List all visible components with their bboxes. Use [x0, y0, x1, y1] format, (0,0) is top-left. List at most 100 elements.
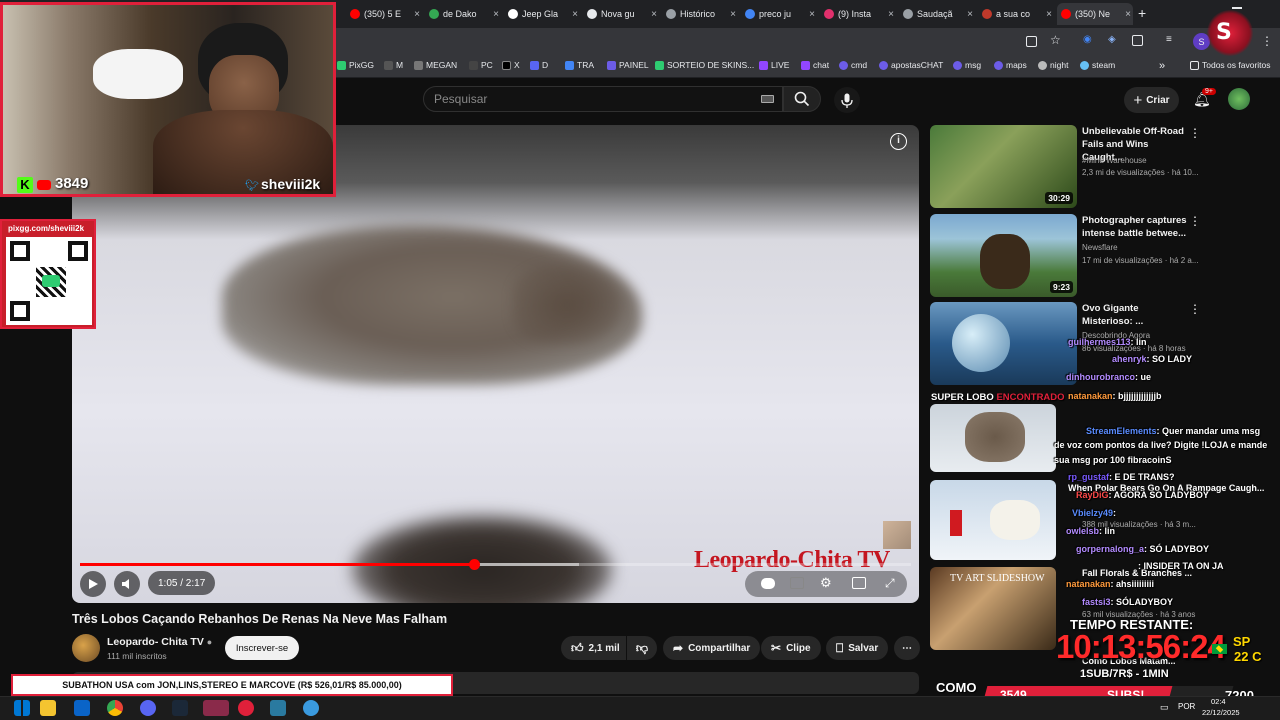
close-icon[interactable]: × — [888, 9, 894, 20]
all-bookmarks[interactable]: Todos os favoritos — [1190, 60, 1271, 70]
browser-tab[interactable]: de Dako × — [425, 3, 501, 25]
info-icon[interactable]: i — [890, 133, 907, 150]
language-indicator[interactable]: POR — [1178, 702, 1195, 711]
channel-name[interactable]: Newsflare — [1082, 243, 1118, 252]
app-icon[interactable] — [270, 700, 286, 716]
more-bookmarks-icon[interactable]: » — [1159, 60, 1165, 72]
more-icon[interactable]: ⋮ — [1189, 126, 1201, 140]
reading-list-icon[interactable]: ≡ — [1166, 34, 1172, 45]
browser-tab[interactable]: Histórico × — [662, 3, 738, 25]
bookmark-item[interactable]: PC — [469, 60, 493, 70]
bookmark-item[interactable]: cmd — [839, 60, 867, 70]
save-button[interactable]: ⎕ Salvar — [826, 636, 889, 660]
store-icon[interactable] — [74, 700, 90, 716]
bookmark-item[interactable]: PAINEL — [607, 60, 649, 70]
progress-scrubber[interactable] — [468, 559, 480, 570]
extension-icon[interactable]: ◈ — [1108, 34, 1116, 45]
app-icon[interactable] — [238, 700, 254, 716]
close-icon[interactable]: × — [809, 9, 815, 20]
close-icon[interactable]: × — [730, 9, 736, 20]
close-icon[interactable]: × — [967, 9, 973, 20]
subtitles-icon[interactable] — [790, 577, 804, 589]
channel-name[interactable]: Leopardo- Chita TV ● — [107, 636, 212, 648]
play-button[interactable] — [80, 571, 106, 597]
theater-mode-icon[interactable] — [852, 577, 866, 589]
bookmark-item[interactable]: TRA — [565, 60, 594, 70]
more-icon[interactable]: ⋮ — [1189, 214, 1201, 228]
star-icon[interactable]: ☆ — [1050, 33, 1061, 47]
discord-icon[interactable] — [140, 700, 156, 716]
clock-date[interactable]: 22/12/2025 — [1202, 708, 1240, 717]
fullscreen-icon[interactable]: ⤢ — [885, 576, 895, 591]
bookmark-item[interactable]: SORTEIO DE SKINS... — [655, 60, 754, 70]
close-icon[interactable]: × — [651, 9, 657, 20]
mute-button[interactable] — [114, 571, 140, 597]
extension-icon[interactable]: ◉ — [1083, 34, 1092, 45]
bookmark-item[interactable]: night — [1038, 60, 1068, 70]
browser-tab[interactable]: Saudaçã × — [899, 3, 975, 25]
close-icon[interactable]: × — [1125, 9, 1131, 20]
bookmark-item[interactable]: steam — [1080, 60, 1115, 70]
video-thumbnail[interactable] — [930, 480, 1056, 560]
bookmark-item[interactable]: apostasCHAT — [879, 60, 943, 70]
new-tab-button[interactable]: + — [1138, 5, 1146, 21]
clock-time[interactable]: 02:4 — [1211, 697, 1226, 706]
close-icon[interactable]: × — [572, 9, 578, 20]
progress-bar[interactable] — [80, 559, 911, 570]
video-thumbnail[interactable]: 9:23 — [930, 214, 1077, 297]
dislike-button[interactable]: 👎︎ — [627, 636, 657, 660]
video-title[interactable]: Photographer captures intense battle bet… — [1082, 214, 1187, 240]
video-title[interactable]: Ovo Gigante Misterioso: ... — [1082, 302, 1187, 328]
menu-kebab-icon[interactable]: ⋮ — [1261, 34, 1273, 48]
bookmark-item[interactable]: MEGAN — [414, 60, 457, 70]
subscribe-button[interactable]: Inscrever-se — [225, 636, 299, 660]
channel-watermark-logo[interactable] — [883, 521, 911, 549]
windows-start-icon[interactable] — [14, 700, 30, 716]
clip-button[interactable]: ✂ Clipe — [761, 636, 821, 660]
voice-search-button[interactable] — [834, 87, 860, 113]
channel-name[interactable]: #Mind Warehouse — [1082, 156, 1147, 165]
network-icon[interactable]: ▭ — [1160, 702, 1169, 713]
search-button[interactable] — [783, 86, 821, 112]
chrome-icon[interactable] — [107, 700, 123, 716]
browser-tab[interactable]: Jeep Gla × — [504, 3, 580, 25]
channel-avatar[interactable] — [72, 634, 100, 662]
video-thumbnail[interactable]: 30:29 — [930, 125, 1077, 208]
video-thumbnail[interactable] — [930, 404, 1056, 472]
search-input[interactable]: Pesquisar — [423, 86, 783, 112]
app-icon[interactable] — [303, 700, 319, 716]
browser-tab[interactable]: a sua co × — [978, 3, 1054, 25]
browser-tab[interactable]: (9) Insta × — [820, 3, 896, 25]
obs-icon[interactable] — [203, 700, 229, 716]
bookmark-item[interactable]: LIVE — [759, 60, 789, 70]
bookmark-item[interactable]: chat — [801, 60, 829, 70]
bookmark-item[interactable]: X — [502, 60, 520, 70]
settings-gear-icon[interactable]: ⚙ — [820, 575, 832, 591]
extensions-puzzle-icon[interactable] — [1132, 35, 1143, 46]
file-explorer-icon[interactable] — [40, 700, 56, 716]
share-button[interactable]: ➦ Compartilhar — [663, 636, 761, 660]
browser-tab[interactable]: Nova gu × — [583, 3, 659, 25]
bookmark-item[interactable]: maps — [994, 60, 1027, 70]
video-thumbnail[interactable]: TV ART SLIDESHOW — [930, 567, 1056, 650]
bookmark-item[interactable]: D — [530, 60, 548, 70]
browser-tab[interactable]: preco ju × — [741, 3, 817, 25]
keyboard-icon[interactable] — [761, 95, 774, 103]
browser-tab-active[interactable]: (350) Ne × — [1057, 3, 1133, 25]
create-button[interactable]: + Criar — [1124, 87, 1179, 113]
bookmark-item[interactable]: msg — [953, 60, 981, 70]
like-button[interactable]: 👍︎ 2,1 mil — [561, 636, 626, 660]
minimize-icon[interactable] — [1232, 7, 1242, 9]
autoplay-toggle[interactable] — [761, 578, 775, 589]
close-icon[interactable]: × — [1046, 9, 1052, 20]
account-avatar[interactable] — [1228, 88, 1250, 110]
more-actions-button[interactable]: ⋯ — [894, 636, 920, 660]
more-icon[interactable]: ⋮ — [1189, 302, 1201, 316]
bookmark-item[interactable]: M — [384, 60, 403, 70]
bookmark-item[interactable]: PixGG — [337, 60, 374, 70]
video-thumbnail[interactable] — [930, 302, 1077, 385]
close-icon[interactable]: × — [414, 9, 420, 20]
steam-icon[interactable] — [172, 700, 188, 716]
browser-tab[interactable]: (350) 5 E × — [346, 3, 422, 25]
close-icon[interactable]: × — [493, 9, 499, 20]
